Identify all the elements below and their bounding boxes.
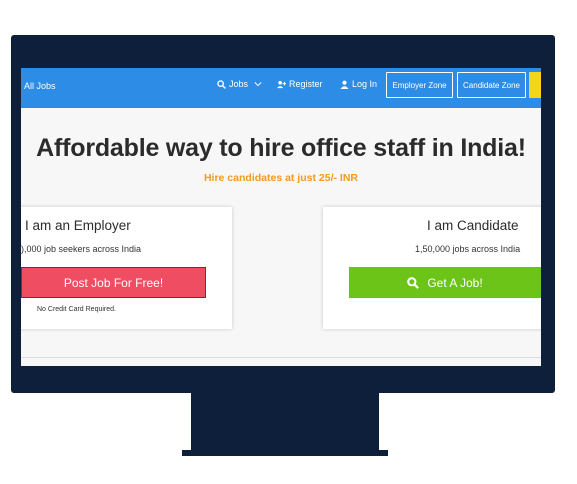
- employer-card-title: I am an Employer: [25, 218, 131, 233]
- nav-register-label: Register: [289, 79, 323, 89]
- employer-card-text: ),000 job seekers across India: [21, 244, 142, 254]
- monitor-screen: All Jobs Jobs Register Log In Employer Z…: [21, 68, 541, 366]
- nav-login-label: Log In: [352, 79, 378, 89]
- get-job-button[interactable]: Get A Job!: [349, 267, 541, 298]
- employer-zone-button[interactable]: Employer Zone: [386, 72, 453, 98]
- employer-zone-label: Employer Zone: [392, 80, 447, 90]
- no-credit-card-note: No Credit Card Required.: [37, 306, 116, 313]
- nav-all-jobs[interactable]: All Jobs: [24, 81, 56, 91]
- add-user-icon: [277, 80, 286, 88]
- nav-register[interactable]: Register: [277, 79, 323, 89]
- post-job-button[interactable]: Post Job For Free!: [21, 267, 206, 298]
- page-subtitle: Hire candidates at just 25/- INR: [203, 172, 359, 184]
- nav-login[interactable]: Log In: [340, 79, 377, 89]
- candidate-zone-button[interactable]: Candidate Zone: [457, 72, 526, 98]
- nav-highlight-button[interactable]: [529, 72, 541, 98]
- get-job-button-label: Get A Job!: [427, 275, 483, 290]
- section-divider: [21, 357, 541, 358]
- page-title: Affordable way to hire office staff in I…: [36, 134, 526, 162]
- candidate-zone-label: Candidate Zone: [463, 80, 520, 90]
- nav-jobs-label: Jobs: [229, 79, 249, 89]
- candidate-card-text: 1,50,000 jobs across India: [415, 244, 521, 254]
- candidate-card-title: I am Candidate: [427, 218, 519, 233]
- nav-all-jobs-label: All Jobs: [24, 81, 56, 91]
- post-job-button-label: Post Job For Free!: [63, 275, 164, 290]
- top-navbar: All Jobs Jobs Register Log In Employer Z…: [21, 68, 541, 108]
- monitor-stand-base: [182, 450, 388, 456]
- user-icon: [340, 80, 349, 89]
- monitor-stand: [191, 393, 379, 451]
- search-icon: [217, 79, 226, 89]
- chevron-down-icon: [254, 82, 262, 87]
- nav-jobs-dropdown[interactable]: Jobs: [217, 79, 262, 89]
- search-icon: [407, 276, 420, 289]
